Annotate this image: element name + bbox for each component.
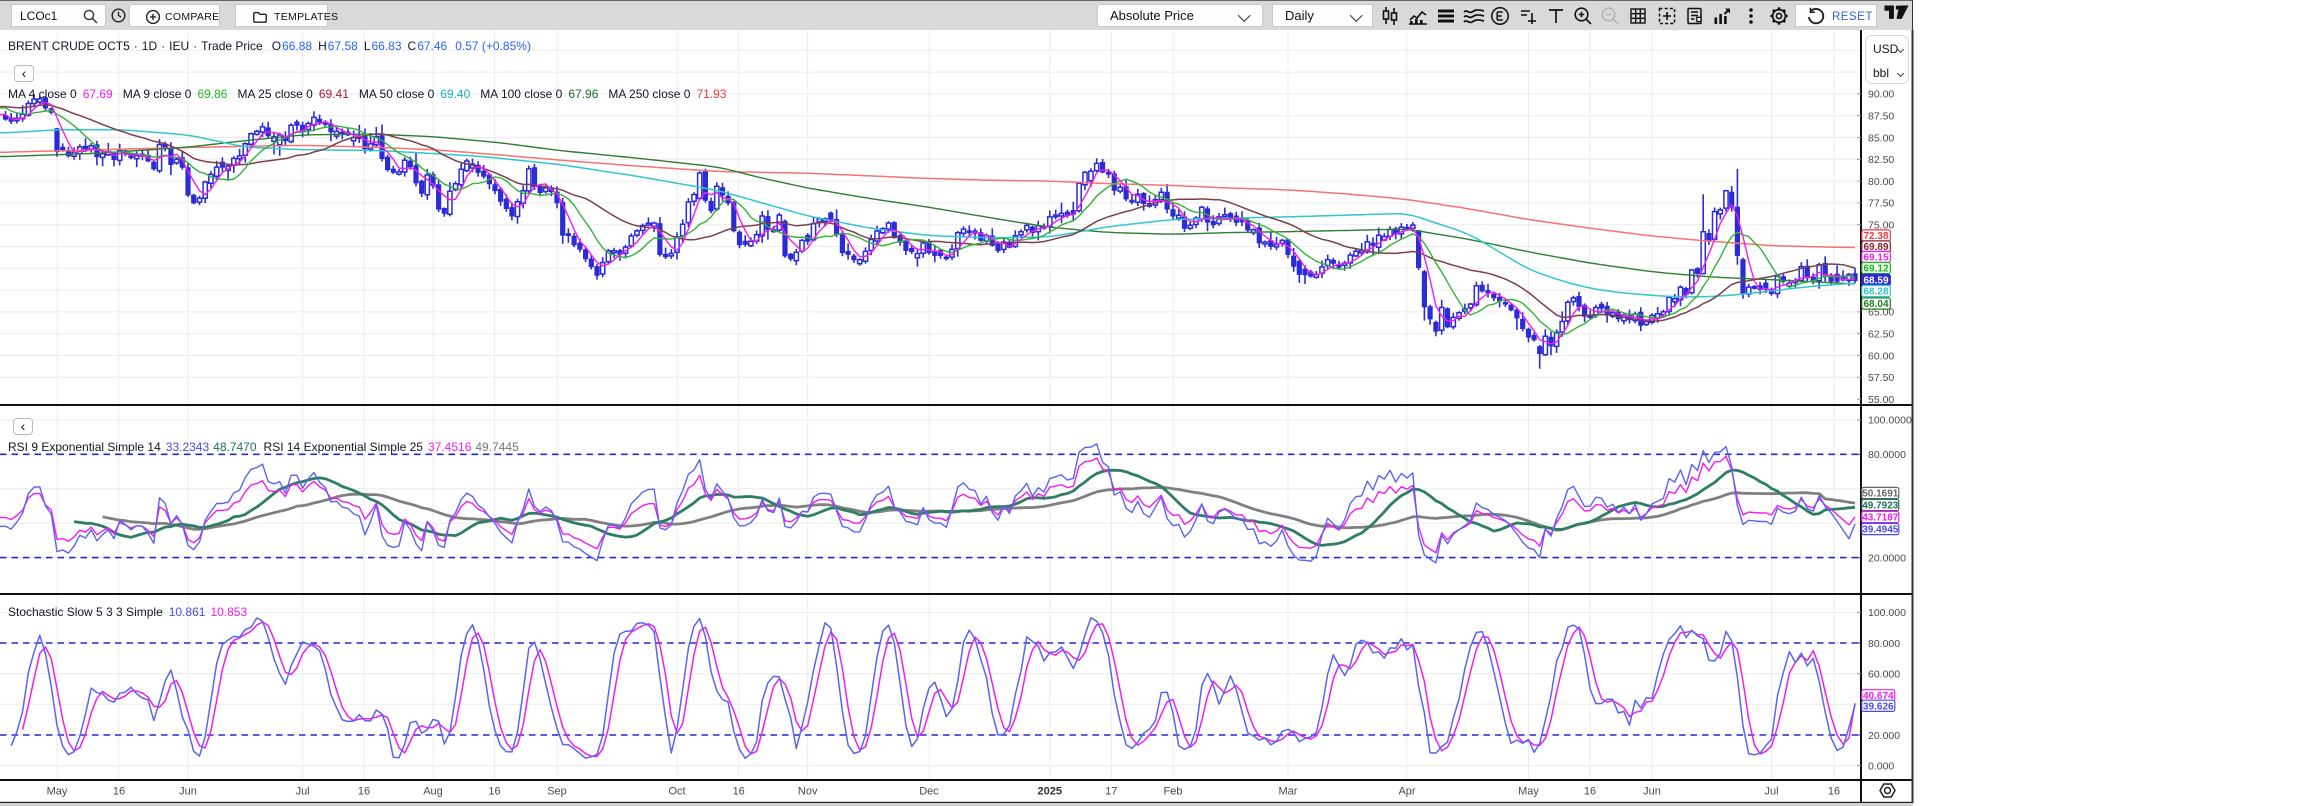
svg-text:May: May <box>47 786 68 798</box>
svg-text:2025: 2025 <box>1038 786 1062 798</box>
svg-text:90.00: 90.00 <box>1868 89 1894 101</box>
svg-text:Feb: Feb <box>1164 786 1183 798</box>
svg-text:Sep: Sep <box>547 786 567 798</box>
svg-text:82.50: 82.50 <box>1868 154 1894 166</box>
svg-text:May: May <box>1518 786 1539 798</box>
svg-text:60.000: 60.000 <box>1868 669 1900 681</box>
svg-text:39.4945: 39.4945 <box>1862 525 1899 536</box>
svg-text:16: 16 <box>1584 786 1596 798</box>
svg-text:Dec: Dec <box>919 786 939 798</box>
svg-text:50.1691: 50.1691 <box>1862 489 1899 500</box>
svg-text:Aug: Aug <box>423 786 443 798</box>
svg-text:Jun: Jun <box>179 786 197 798</box>
svg-text:80.00: 80.00 <box>1868 176 1894 188</box>
svg-text:Apr: Apr <box>1398 786 1415 798</box>
svg-text:77.50: 77.50 <box>1868 198 1894 210</box>
svg-text:16: 16 <box>358 786 370 798</box>
svg-text:68.04: 68.04 <box>1863 299 1888 310</box>
svg-text:62.50: 62.50 <box>1868 329 1894 341</box>
svg-text:Jul: Jul <box>296 786 310 798</box>
svg-text:39.626: 39.626 <box>1863 701 1894 712</box>
svg-text:16: 16 <box>733 786 745 798</box>
svg-text:20.0000: 20.0000 <box>1868 552 1906 564</box>
svg-text:Oct: Oct <box>668 786 685 798</box>
svg-text:Jun: Jun <box>1643 786 1661 798</box>
svg-text:80.0000: 80.0000 <box>1868 449 1906 461</box>
svg-text:55.00: 55.00 <box>1868 394 1894 406</box>
svg-text:16: 16 <box>488 786 500 798</box>
svg-text:60.00: 60.00 <box>1868 350 1894 362</box>
svg-text:20.000: 20.000 <box>1868 730 1900 742</box>
svg-text:0.000: 0.000 <box>1868 760 1894 772</box>
svg-text:43.7187: 43.7187 <box>1862 513 1899 524</box>
svg-text:68.28: 68.28 <box>1863 287 1888 298</box>
svg-text:100.000: 100.000 <box>1868 607 1906 619</box>
svg-text:57.50: 57.50 <box>1868 372 1894 384</box>
svg-text:16: 16 <box>1828 786 1840 798</box>
svg-text:Mar: Mar <box>1279 786 1298 798</box>
svg-text:80.000: 80.000 <box>1868 638 1900 650</box>
svg-text:69.12: 69.12 <box>1863 264 1888 275</box>
svg-text:85.00: 85.00 <box>1868 132 1894 144</box>
svg-text:100.0000: 100.0000 <box>1868 415 1912 427</box>
svg-text:Jul: Jul <box>1764 786 1778 798</box>
svg-text:87.50: 87.50 <box>1868 111 1894 123</box>
svg-text:16: 16 <box>113 786 125 798</box>
svg-text:Nov: Nov <box>798 786 818 798</box>
svg-text:17: 17 <box>1105 786 1117 798</box>
svg-text:49.7923: 49.7923 <box>1862 501 1899 512</box>
